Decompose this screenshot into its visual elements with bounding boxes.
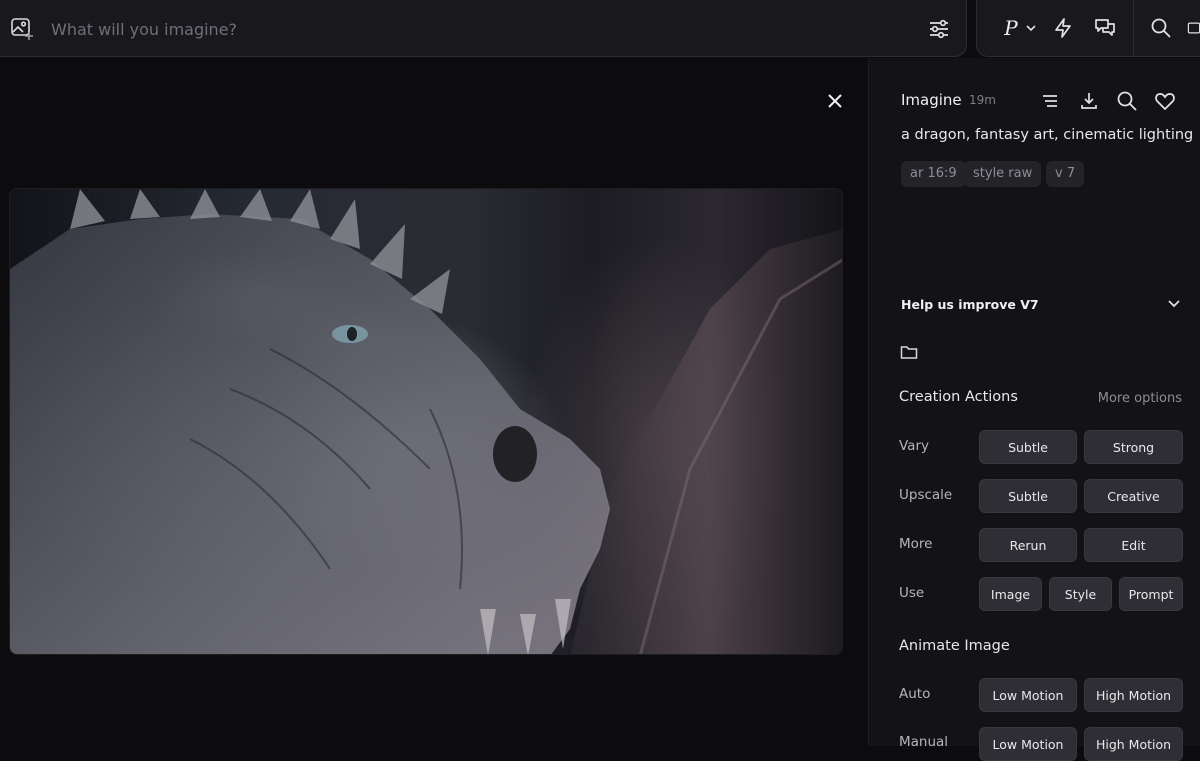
- chevron-down-icon[interactable]: [1165, 294, 1183, 312]
- image-add-icon[interactable]: [10, 17, 36, 41]
- upscale-subtle-button[interactable]: Subtle: [979, 479, 1077, 513]
- toolbar-divider: [1133, 0, 1134, 57]
- search-icon[interactable]: [1116, 90, 1138, 112]
- sliders-icon[interactable]: [927, 17, 951, 41]
- panel-icon[interactable]: [1187, 16, 1200, 40]
- prompt-text[interactable]: a dragon, fantasy art, cinematic lightin…: [901, 127, 1193, 143]
- auto-high-motion-button[interactable]: High Motion: [1084, 678, 1183, 712]
- list-icon[interactable]: [1039, 90, 1061, 112]
- folder-icon[interactable]: [900, 344, 918, 360]
- dragon-image-art: [10, 189, 842, 654]
- upscale-creative-button[interactable]: Creative: [1084, 479, 1183, 513]
- manual-high-motion-button[interactable]: High Motion: [1084, 727, 1183, 761]
- more-label: More: [899, 536, 933, 552]
- use-prompt-button[interactable]: Prompt: [1119, 577, 1183, 611]
- use-label: Use: [899, 585, 925, 601]
- vary-strong-button[interactable]: Strong: [1084, 430, 1183, 464]
- auto-label: Auto: [899, 686, 931, 702]
- job-title: Imagine: [901, 91, 962, 109]
- generated-image[interactable]: [9, 188, 843, 655]
- top-bar: P: [0, 0, 1200, 58]
- chevron-down-icon[interactable]: [1023, 16, 1039, 40]
- feedback-label: Help us improve V7: [901, 297, 1039, 312]
- param-aspect-ratio[interactable]: ar 16:9: [901, 161, 966, 187]
- edit-button[interactable]: Edit: [1084, 528, 1183, 562]
- close-icon[interactable]: [824, 90, 846, 112]
- lightning-icon[interactable]: [1051, 16, 1075, 40]
- prompt-bar: [0, 0, 967, 57]
- rerun-button[interactable]: Rerun: [979, 528, 1077, 562]
- upscale-label: Upscale: [899, 487, 953, 503]
- use-image-button[interactable]: Image: [979, 577, 1042, 611]
- personalize-button[interactable]: P: [999, 16, 1023, 40]
- toolbar: P: [976, 0, 1200, 57]
- param-style[interactable]: style raw: [964, 161, 1042, 187]
- manual-label: Manual: [899, 734, 949, 750]
- creation-actions-title: Creation Actions: [899, 389, 1018, 405]
- vary-subtle-button[interactable]: Subtle: [979, 430, 1077, 464]
- more-options-link[interactable]: More options: [1098, 391, 1182, 406]
- image-viewer: [0, 58, 868, 746]
- search-icon[interactable]: [1149, 16, 1173, 40]
- prompt-input[interactable]: [51, 17, 871, 41]
- download-icon[interactable]: [1078, 90, 1100, 112]
- auto-low-motion-button[interactable]: Low Motion: [979, 678, 1077, 712]
- animate-image-title: Animate Image: [899, 638, 1010, 654]
- vary-label: Vary: [899, 438, 929, 454]
- details-sidebar: Imagine 19m a dragon, fantasy art, cinem…: [868, 58, 1200, 761]
- manual-low-motion-button[interactable]: Low Motion: [979, 727, 1077, 761]
- personalize-label: P: [1004, 16, 1018, 40]
- feedback-toggle[interactable]: Help us improve V7: [901, 294, 1183, 314]
- param-version[interactable]: v 7: [1046, 161, 1085, 187]
- use-style-button[interactable]: Style: [1049, 577, 1112, 611]
- job-age: 19m: [969, 93, 996, 107]
- chat-icon[interactable]: [1093, 16, 1117, 40]
- heart-icon[interactable]: [1154, 90, 1176, 112]
